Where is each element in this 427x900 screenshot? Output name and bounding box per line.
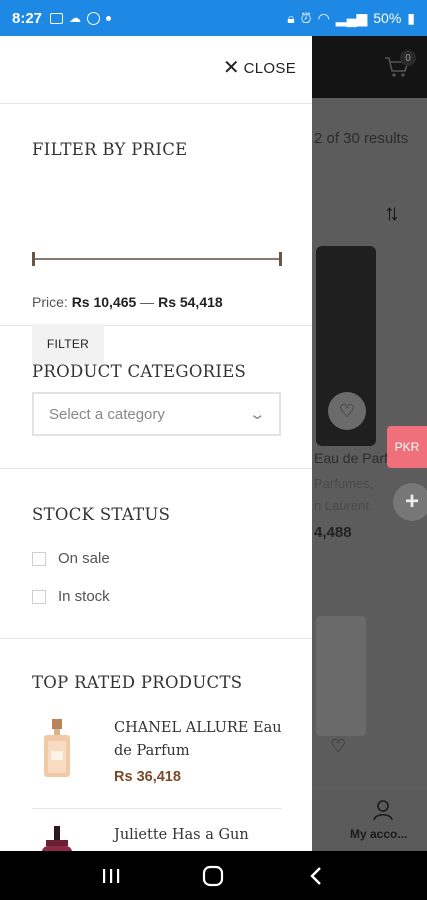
- price-filter-title: FILTER BY PRICE: [32, 140, 188, 159]
- product-name[interactable]: Juliette Has a Gun: [114, 824, 282, 847]
- cloud-icon: ☁: [69, 11, 82, 25]
- category-placeholder: Select a category: [49, 405, 165, 423]
- drawer-header: ✕ CLOSE: [0, 36, 312, 104]
- sort-icon: ↑↓: [384, 200, 400, 225]
- back-icon: [310, 866, 321, 885]
- gallery-icon: [50, 12, 64, 24]
- results-count: 2 of 30 results: [314, 130, 409, 147]
- top-rated-product[interactable]: Juliette Has a Gun: [32, 824, 282, 851]
- product-title: Eau de Parf: [314, 450, 388, 466]
- wishlist-heart-icon-2: ♡: [330, 736, 347, 756]
- wishlist-heart-icon: ♡: [328, 392, 366, 430]
- home-icon: [203, 865, 224, 886]
- perfume-bottle-image: [44, 719, 70, 777]
- slider-track: [32, 258, 282, 260]
- categories-section: PRODUCT CATEGORIES Select a category ⌄: [0, 326, 312, 469]
- cart-count-badge: 0: [400, 50, 416, 66]
- status-bar: 8:27 ☁ 🔒︎ ⏰︎ ◠ ▂▄▆ 50% ▮: [0, 0, 427, 36]
- max-price: Rs 54,418: [158, 294, 223, 310]
- checkbox-label: On sale: [58, 550, 110, 567]
- filter-drawer: ✕ CLOSE FILTER BY PRICE Price: Rs 10,465…: [0, 36, 312, 851]
- wifi-icon: ◠: [317, 9, 330, 26]
- checkbox[interactable]: [32, 589, 46, 604]
- price-range-slider[interactable]: [32, 252, 282, 266]
- background-header: 0: [312, 36, 427, 98]
- user-icon: [373, 800, 393, 821]
- product-price: Rs 36,418: [114, 769, 181, 785]
- stock-status-section: STOCK STATUS On sale In stock: [0, 469, 312, 639]
- top-rated-product[interactable]: CHANEL ALLURE Eau de Parfum Rs 36,418: [32, 717, 282, 785]
- product-divider: [32, 808, 282, 809]
- notification-icons: ☁: [50, 11, 112, 25]
- category-select[interactable]: Select a category ⌄: [32, 392, 281, 436]
- back-button[interactable]: [296, 856, 336, 896]
- price-filter-section: FILTER BY PRICE Price: Rs 10,465 — Rs 54…: [0, 104, 312, 364]
- chevron-down-icon: ⌄: [248, 406, 267, 423]
- perfume-bottle-image: [42, 826, 72, 851]
- top-rated-title: TOP RATED PRODUCTS: [32, 673, 243, 692]
- close-icon: ✕: [222, 57, 240, 79]
- slider-max-handle[interactable]: [279, 252, 282, 266]
- lock-icon: 🔒︎: [287, 9, 295, 26]
- battery-percent: 50%: [373, 10, 402, 26]
- product-price: 4,488: [314, 524, 352, 541]
- product-name[interactable]: CHANEL ALLURE Eau de Parfum: [114, 717, 282, 763]
- floating-plus-button[interactable]: +: [393, 483, 427, 521]
- price-range-text: Price: Rs 10,465 — Rs 54,418: [32, 294, 223, 310]
- currency-switcher-tab[interactable]: PKR: [387, 426, 427, 468]
- stock-status-title: STOCK STATUS: [32, 505, 171, 524]
- checkbox[interactable]: [32, 551, 46, 566]
- stock-option-on-sale[interactable]: On sale: [32, 550, 110, 567]
- slider-min-handle[interactable]: [32, 252, 35, 266]
- product-image-2: [316, 616, 366, 736]
- price-prefix: Price:: [32, 294, 72, 310]
- product-brand: n Laurent: [314, 498, 369, 513]
- product-category: Parfumes,: [314, 476, 374, 491]
- price-separator: —: [136, 294, 159, 310]
- checkbox-label: In stock: [58, 588, 110, 605]
- background-bottom-nav: My acco...: [312, 791, 427, 851]
- system-icons: 🔒︎ ⏰︎ ◠ ▂▄▆ 50% ▮: [287, 10, 415, 27]
- home-button[interactable]: [193, 856, 233, 896]
- recent-apps-button[interactable]: [91, 856, 131, 896]
- min-price: Rs 10,465: [71, 294, 137, 310]
- close-label: CLOSE: [243, 59, 296, 77]
- categories-title: PRODUCT CATEGORIES: [32, 362, 247, 381]
- signal-icon: ▂▄▆: [335, 9, 368, 26]
- recent-apps-icon: [103, 868, 120, 883]
- dot-icon: [106, 15, 112, 21]
- status-time: 8:27: [12, 9, 43, 27]
- sync-icon: [87, 11, 101, 25]
- close-button[interactable]: ✕ CLOSE: [223, 58, 296, 78]
- top-rated-section: TOP RATED PRODUCTS CHANEL ALLURE Eau de …: [0, 639, 312, 851]
- system-nav-bar: [0, 851, 427, 900]
- my-account-label: My acco...: [350, 827, 408, 841]
- stock-option-in-stock[interactable]: In stock: [32, 588, 110, 605]
- battery-icon: ▮: [407, 9, 415, 26]
- alarm-icon: ⏰︎: [300, 9, 312, 26]
